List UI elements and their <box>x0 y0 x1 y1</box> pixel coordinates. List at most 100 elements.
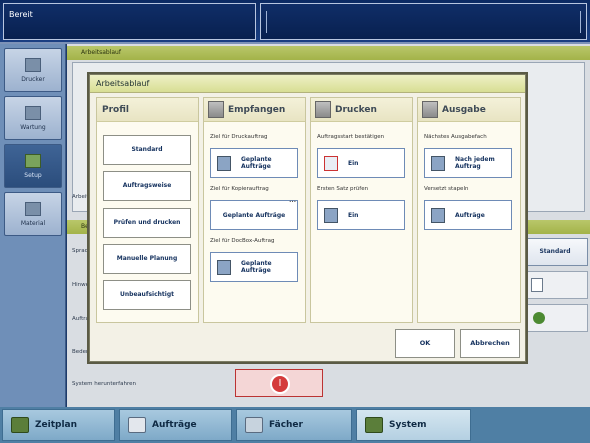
tab-label: Fächer <box>269 420 303 430</box>
button-label: Nach jedem Auftrag <box>455 156 495 170</box>
proof-set-button[interactable]: Ein <box>317 200 405 230</box>
output-header: Ausgabe <box>418 98 520 122</box>
paper-stack-icon <box>25 202 41 216</box>
tab-label: Aufträge <box>152 420 197 430</box>
status-bar: Bereit <box>0 0 590 44</box>
standard-button[interactable]: Standard <box>522 238 588 266</box>
workflow-dialog: Arbeitsablauf Profil Standard Auftragswe… <box>89 74 526 362</box>
profile-unbeaufsichtigt-button[interactable]: Unbeaufsichtigt <box>103 280 191 310</box>
print-icon <box>315 101 331 118</box>
profile-column: Profil Standard Auftragsweise Prüfen und… <box>96 97 199 323</box>
setting-cell[interactable] <box>522 304 588 332</box>
button-label: Ein <box>348 212 359 219</box>
button-label: Geplante Aufträge <box>222 212 286 219</box>
profile-manuelle-planung-button[interactable]: Manuelle Planung <box>103 244 191 274</box>
sidebar-item-setup[interactable]: Setup <box>4 144 62 188</box>
sidebar-item-drucker[interactable]: Drucker <box>4 48 62 92</box>
row-label: Sprac <box>72 248 88 254</box>
system-gears-icon <box>365 417 383 433</box>
confirm-start-caption: Auftragsstart bestätigen <box>317 134 385 140</box>
button-label: Aufträge <box>455 212 485 219</box>
print-target-button[interactable]: Geplante Aufträge <box>210 148 298 178</box>
status-panel[interactable]: Bereit <box>3 3 256 40</box>
row-label: Arbeit <box>72 194 89 200</box>
panel-title: Arbeitsablauf <box>81 49 121 56</box>
status-text: Bereit <box>9 10 33 19</box>
receive-icon <box>208 101 224 118</box>
print-header-label: Drucken <box>335 105 377 115</box>
cancel-button[interactable]: Abbrechen <box>460 329 520 358</box>
button-label: Geplante Aufträge <box>241 156 272 170</box>
tab-system[interactable]: System <box>356 409 471 441</box>
copy-icon <box>531 278 543 292</box>
output-header-label: Ausgabe <box>442 105 486 115</box>
trays-icon <box>245 417 263 433</box>
gears-icon <box>25 154 41 168</box>
scheduled-jobs-icon <box>217 260 231 275</box>
sidebar: Drucker Wartung Setup Material <box>0 44 66 407</box>
tab-label: Zeitplan <box>35 420 78 430</box>
print-target-caption: Ziel für Druckauftrag <box>210 134 268 140</box>
sidebar-item-label: Material <box>20 220 46 227</box>
printer-icon <box>25 58 41 72</box>
print-column: Drucken Auftragsstart bestätigen Ein Ers… <box>310 97 413 323</box>
power-icon: I <box>270 374 290 394</box>
gear-icon <box>533 312 545 324</box>
tab-zeitplan[interactable]: Zeitplan <box>2 409 115 441</box>
tab-label: System <box>389 420 427 430</box>
status-panel-secondary[interactable] <box>260 3 587 40</box>
receive-header: Empfangen <box>204 98 305 122</box>
shutdown-button[interactable]: I <box>235 369 323 397</box>
sidebar-item-label: Setup <box>24 172 42 179</box>
profile-header: Profil <box>97 98 198 122</box>
docbox-target-button[interactable]: Geplante Aufträge <box>210 252 298 282</box>
copy-target-caption: Ziel für Kopierauftrag <box>210 186 269 192</box>
row-label: Hinwe <box>72 282 90 288</box>
output-icon <box>422 101 438 118</box>
chevron-icon <box>576 11 581 33</box>
row-label: Auftra <box>72 316 89 322</box>
scheduled-jobs-icon <box>217 156 231 171</box>
receive-column: Empfangen Ziel für Druckauftrag Geplante… <box>203 97 306 323</box>
sidebar-item-material[interactable]: Material <box>4 192 62 236</box>
confirm-job-icon <box>324 156 338 171</box>
offset-stack-caption: Versetzt stapeln <box>424 186 469 192</box>
offset-stack-icon <box>431 208 445 223</box>
button-label: Ein <box>348 160 359 167</box>
tab-auftraege[interactable]: Aufträge <box>119 409 232 441</box>
docbox-target-caption: Ziel für DocBox-Auftrag <box>210 238 275 244</box>
button-label: Geplante Aufträge <box>241 260 272 274</box>
profile-pruefen-button[interactable]: Prüfen und drucken <box>103 208 191 238</box>
profile-auftragsweise-button[interactable]: Auftragsweise <box>103 171 191 201</box>
chevron-icon <box>266 11 271 33</box>
receive-header-label: Empfangen <box>228 105 286 115</box>
print-header: Drucken <box>311 98 412 122</box>
tab-faecher[interactable]: Fächer <box>236 409 352 441</box>
ok-button[interactable]: OK <box>395 329 455 358</box>
dialog-title: Arbeitsablauf <box>90 75 525 93</box>
offset-stack-button[interactable]: Aufträge <box>424 200 512 230</box>
sidebar-item-label: Drucker <box>21 76 45 83</box>
sidebar-item-label: Wartung <box>20 124 46 131</box>
standard-button-label: Standard <box>539 248 571 255</box>
schedule-icon <box>11 417 29 433</box>
row-label: System herunterfahren <box>72 381 136 387</box>
user-output-icon <box>431 156 445 171</box>
proof-set-icon <box>324 208 338 223</box>
row-label: Beder <box>72 349 89 355</box>
bottom-navigation: Zeitplan Aufträge Fächer System <box>0 407 590 443</box>
wrench-icon <box>25 106 41 120</box>
sidebar-item-wartung[interactable]: Wartung <box>4 96 62 140</box>
panel-title: Be <box>81 223 89 230</box>
setting-cell[interactable] <box>522 271 588 299</box>
jobs-icon <box>128 417 146 433</box>
output-column: Ausgabe Nächstes Ausgabefach Nach jedem A… <box>417 97 521 323</box>
more-icon: ... <box>289 197 296 204</box>
panel-header-workflow: Arbeitsablauf <box>67 46 590 60</box>
proof-set-caption: Ersten Satz prüfen <box>317 186 369 192</box>
confirm-start-button[interactable]: Ein <box>317 148 405 178</box>
next-tray-button[interactable]: Nach jedem Auftrag <box>424 148 512 178</box>
profile-standard-button[interactable]: Standard <box>103 135 191 165</box>
next-tray-caption: Nächstes Ausgabefach <box>424 134 487 140</box>
copy-target-button[interactable]: ... Geplante Aufträge <box>210 197 298 230</box>
